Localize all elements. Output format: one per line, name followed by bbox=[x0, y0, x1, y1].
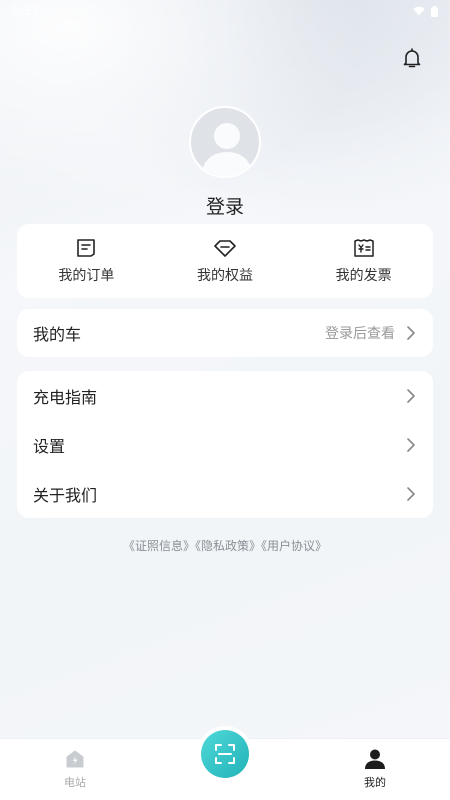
quick-actions-card: 我的订单 我的权益 我的发票 bbox=[17, 224, 433, 298]
login-link[interactable]: 登录 bbox=[0, 192, 450, 219]
user-silhouette-icon bbox=[201, 123, 253, 176]
tab-me-label: 我的 bbox=[364, 776, 386, 789]
status-bar: 8:57 bbox=[0, 0, 450, 22]
my-car-hint: 登录后查看 bbox=[325, 326, 395, 342]
menu-item-charging-guide[interactable]: 充电指南 bbox=[33, 371, 417, 420]
scan-icon bbox=[215, 744, 235, 764]
avatar[interactable] bbox=[189, 106, 261, 178]
menu-item-label: 关于我们 bbox=[33, 485, 98, 505]
bell-icon[interactable] bbox=[400, 46, 424, 70]
my-benefits-label: 我的权益 bbox=[197, 268, 253, 284]
scan-button[interactable] bbox=[201, 730, 249, 778]
menu-item-label: 设置 bbox=[33, 436, 66, 456]
menu-item-label: 充电指南 bbox=[33, 387, 98, 407]
footer-links: 《证照信息》《隐私政策》《用户协议》 bbox=[0, 537, 450, 554]
tab-stations-label: 电站 bbox=[64, 776, 86, 789]
tab-me[interactable]: 我的 bbox=[300, 738, 450, 800]
invoice-icon bbox=[353, 239, 374, 257]
my-invoices-label: 我的发票 bbox=[335, 268, 392, 284]
my-orders-label: 我的订单 bbox=[58, 268, 115, 284]
my-car-label: 我的车 bbox=[33, 325, 82, 344]
license-info-link[interactable]: 《证照信息》 bbox=[123, 539, 195, 553]
wifi-icon bbox=[413, 6, 425, 16]
tab-stations[interactable]: 电站 bbox=[0, 738, 150, 800]
privacy-policy-link[interactable]: 《隐私政策》 bbox=[195, 539, 261, 553]
my-orders-button[interactable]: 我的订单 bbox=[17, 224, 156, 298]
battery-icon bbox=[431, 5, 438, 17]
my-invoices-button[interactable]: 我的发票 bbox=[294, 224, 433, 298]
chevron-right-icon bbox=[407, 388, 415, 403]
settings-menu-card: 充电指南 设置 关于我们 bbox=[17, 371, 433, 518]
menu-item-settings[interactable]: 设置 bbox=[33, 420, 417, 469]
status-time: 8:57 bbox=[12, 4, 39, 18]
order-icon bbox=[77, 239, 96, 257]
menu-item-about-us[interactable]: 关于我们 bbox=[33, 469, 417, 518]
chevron-right-icon bbox=[407, 326, 415, 340]
chevron-right-icon bbox=[407, 486, 415, 501]
my-benefits-button[interactable]: 我的权益 bbox=[156, 224, 295, 298]
user-agreement-link[interactable]: 《用户协议》 bbox=[261, 539, 327, 553]
home-station-icon bbox=[66, 750, 84, 768]
user-icon bbox=[365, 749, 385, 769]
status-icons bbox=[413, 5, 438, 17]
benefit-icon bbox=[214, 240, 236, 257]
chevron-right-icon bbox=[407, 437, 415, 452]
my-car-row[interactable]: 我的车 登录后查看 bbox=[17, 309, 433, 357]
